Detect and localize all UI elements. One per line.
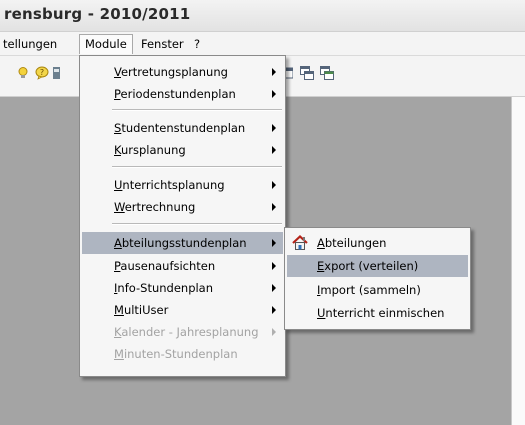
house-icon: [292, 235, 308, 250]
module-menu: Vertretungsplanung Periodenstundenplan S…: [79, 55, 286, 377]
menu-item-label: Pausenaufsichten: [114, 259, 216, 273]
menu-item-rest: ertrechnung: [124, 200, 196, 214]
svg-text:?: ?: [40, 68, 44, 77]
submenu-arrow-icon: [272, 90, 276, 98]
menu-bar: tellungen Module Fenster ?: [0, 32, 525, 56]
menu-item-unterrichtsplanung[interactable]: Unterrichtsplanung: [82, 174, 283, 196]
menu-item-label: Unterrichtsplanung: [114, 178, 225, 192]
menu-item-multiuser[interactable]: MultiUser: [82, 299, 283, 321]
menu-item-rest: nfo-Stundenplan: [117, 281, 214, 295]
menu-item-studentenstundenplan[interactable]: Studentenstundenplan: [82, 117, 283, 139]
submenu-item-abteilungen[interactable]: Abteilungen: [287, 232, 468, 254]
menu-item-kursplanung[interactable]: Kursplanung: [82, 139, 283, 161]
menu-item-label: Kursplanung: [114, 143, 186, 157]
menu-item-rest: eriodenstundenplan: [120, 87, 236, 101]
submenu-arrow-icon: [272, 262, 276, 270]
submenu-arrow-icon: [272, 306, 276, 314]
menu-separator: [112, 223, 282, 225]
window-title: rensburg - 2010/2011: [4, 5, 191, 23]
submenu-arrow-icon: [272, 146, 276, 154]
menu-item-label: Abteilungsstundenplan: [114, 236, 247, 250]
menu-item-label: MultiUser: [114, 303, 169, 317]
menu-item-rest: ursplanung: [120, 143, 186, 157]
menu-fenster[interactable]: Fenster: [141, 36, 184, 52]
menu-item-rest: ausenaufsichten: [120, 259, 216, 273]
menu-module[interactable]: Module: [79, 34, 133, 54]
menu-item-rest: ultiUser: [123, 303, 169, 317]
submenu-arrow-icon: [272, 203, 276, 211]
submenu-arrow-icon: [272, 68, 276, 76]
submenu-item-label: Export (verteilen): [317, 259, 419, 273]
window-icon-1[interactable]: [285, 66, 293, 80]
submenu-item-label: Unterricht einmischen: [317, 306, 445, 320]
menu-item-rest: ertretungsplanung: [120, 65, 228, 79]
window-icon-2[interactable]: [300, 66, 314, 80]
partial-toolbar-icon[interactable]: [53, 66, 60, 80]
submenu-arrow-icon: [272, 124, 276, 132]
menu-item-rest: nterrichtsplanung: [122, 178, 225, 192]
window-icon-3[interactable]: [320, 66, 334, 80]
menu-item-label: Minuten-Stundenplan: [114, 347, 238, 361]
menu-item-rest: tudentenstundenplan: [121, 121, 246, 135]
menu-separator: [112, 166, 282, 168]
menu-item-label: Vertretungsplanung: [114, 65, 228, 79]
submenu-item-rest: mport (sammeln): [320, 283, 421, 297]
menu-item-minuten-stundenplan: Minuten-Stundenplan: [82, 343, 283, 365]
menu-item-rest: inuten-Stundenplan: [123, 347, 238, 361]
submenu-arrow-icon: [272, 239, 276, 247]
submenu-item-label: Import (sammeln): [317, 283, 421, 297]
submenu-item-label: Abteilungen: [317, 236, 387, 250]
menu-einstellungen[interactable]: tellungen: [3, 36, 57, 52]
menu-item-info-stundenplan[interactable]: Info-Stundenplan: [82, 277, 283, 299]
right-panel-strip: [511, 97, 525, 425]
menu-item-label: Info-Stundenplan: [114, 281, 214, 295]
menu-item-periodenstundenplan[interactable]: Periodenstundenplan: [82, 83, 283, 105]
submenu-item-unterricht-einmischen[interactable]: Unterricht einmischen: [287, 302, 468, 324]
submenu-arrow-icon: [272, 181, 276, 189]
bulb-icon[interactable]: [16, 66, 30, 80]
menu-item-label: Studentenstundenplan: [114, 121, 246, 135]
menu-help[interactable]: ?: [194, 36, 200, 52]
submenu-item-rest: nterricht einmischen: [325, 306, 445, 320]
submenu-item-import[interactable]: Import (sammeln): [287, 279, 468, 301]
submenu-item-rest: xport (verteilen): [324, 259, 419, 273]
menu-item-label: Kalender - Jahresplanung: [114, 325, 259, 339]
menu-item-label: Periodenstundenplan: [114, 87, 236, 101]
menu-separator: [112, 109, 282, 111]
menu-item-label: Wertrechnung: [114, 200, 196, 214]
menu-item-wertrechnung[interactable]: Wertrechnung: [82, 196, 283, 218]
menu-item-abteilungsstundenplan[interactable]: Abteilungsstundenplan: [82, 232, 283, 254]
abteilung-submenu: Abteilungen Export (verteilen) Import (s…: [284, 227, 471, 330]
submenu-arrow-icon: [272, 284, 276, 292]
submenu-item-export[interactable]: Export (verteilen): [287, 255, 468, 277]
help-bubble-icon[interactable]: ?: [35, 66, 49, 80]
title-bar: rensburg - 2010/2011: [0, 0, 525, 32]
submenu-item-rest: bteilungen: [324, 236, 387, 250]
menu-item-kalender-jahresplanung: Kalender - Jahresplanung: [82, 321, 283, 343]
submenu-arrow-icon: [272, 328, 276, 336]
menu-item-vertretungsplanung[interactable]: Vertretungsplanung: [82, 61, 283, 83]
menu-item-rest: bteilungsstundenplan: [121, 236, 247, 250]
menu-item-pausenaufsichten[interactable]: Pausenaufsichten: [82, 255, 283, 277]
menu-item-rest: alender - Jahresplanung: [121, 325, 259, 339]
